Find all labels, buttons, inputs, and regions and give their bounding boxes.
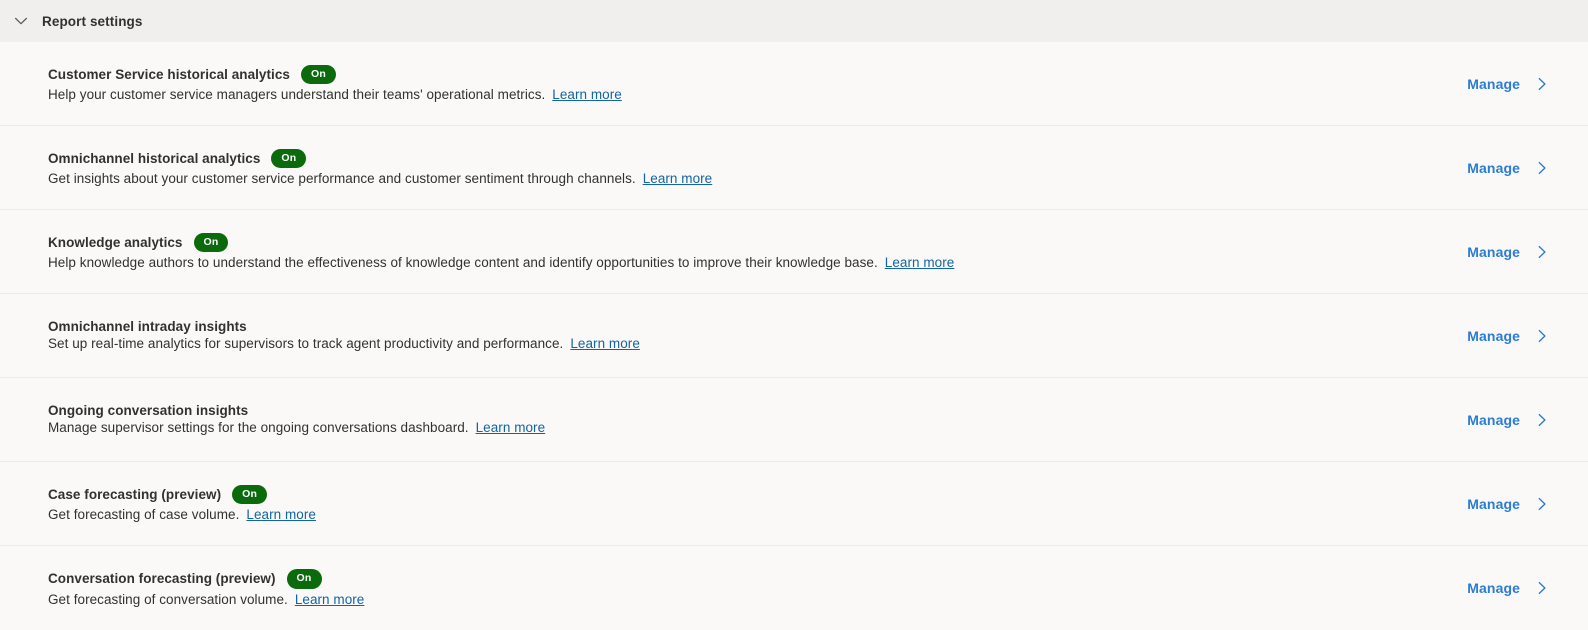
chevron-right-icon (1534, 496, 1550, 512)
manage-label: Manage (1467, 327, 1520, 344)
setting-title: Conversation forecasting (preview) (48, 571, 276, 587)
setting-description-line: Manage supervisor settings for the ongoi… (48, 420, 545, 435)
manage-button[interactable]: Manage (1467, 244, 1550, 260)
manage-label: Manage (1467, 580, 1520, 596)
chevron-right-icon (1534, 76, 1550, 92)
setting-title: Case forecasting (preview) (48, 486, 222, 502)
manage-button[interactable]: Manage (1467, 412, 1550, 428)
setting-row-title-line: Customer Service historical analytics On (48, 64, 622, 85)
setting-description: Help knowledge authors to understand the… (48, 255, 878, 271)
manage-button[interactable]: Manage (1467, 76, 1550, 92)
manage-label: Manage (1467, 159, 1520, 176)
setting-title: Customer Service historical analytics (48, 66, 290, 82)
setting-row: Knowledge analytics On Help knowledge au… (0, 210, 1588, 294)
chevron-right-icon (1534, 244, 1550, 260)
setting-title: Knowledge analytics (48, 234, 183, 250)
chevron-right-icon (1534, 160, 1550, 176)
status-badge: On (286, 569, 322, 589)
learn-more-link[interactable]: Learn more (476, 420, 546, 435)
learn-more-link[interactable]: Learn more (295, 592, 365, 607)
setting-title: Omnichannel intraday insights (48, 318, 247, 334)
learn-more-link[interactable]: Learn more (246, 507, 316, 522)
chevron-down-icon[interactable] (6, 6, 36, 36)
manage-label: Manage (1467, 495, 1520, 512)
setting-row-title-line: Ongoing conversation insights (48, 404, 545, 418)
setting-row: Customer Service historical analytics On… (0, 42, 1588, 126)
chevron-right-icon (1534, 580, 1550, 596)
status-badge: On (300, 64, 336, 85)
setting-row-title-line: Knowledge analytics On (48, 232, 954, 253)
manage-label: Manage (1467, 75, 1520, 92)
setting-description-line: Set up real-time analytics for superviso… (48, 336, 640, 351)
setting-row-text: Ongoing conversation insights Manage sup… (48, 404, 545, 436)
setting-description: Get insights about your customer service… (48, 171, 636, 187)
manage-label: Manage (1467, 411, 1520, 428)
setting-row: Omnichannel historical analytics On Get … (0, 126, 1588, 210)
manage-label: Manage (1467, 243, 1520, 260)
setting-row-text: Omnichannel intraday insights Set up rea… (48, 320, 640, 352)
status-badge: On (271, 148, 307, 169)
setting-description-line: Get forecasting of case volume. Learn mor… (48, 507, 316, 522)
learn-more-link[interactable]: Learn more (885, 255, 955, 270)
setting-title: Omnichannel historical analytics (48, 150, 261, 166)
setting-row-title-line: Case forecasting (preview) On (48, 484, 316, 505)
setting-description-line: Help your customer service managers unde… (48, 87, 622, 102)
setting-row: Ongoing conversation insights Manage sup… (0, 378, 1588, 462)
setting-description: Manage supervisor settings for the ongoi… (48, 420, 469, 436)
setting-row-title-line: Omnichannel historical analytics On (48, 148, 712, 169)
learn-more-link[interactable]: Learn more (552, 87, 622, 102)
setting-row: Conversation forecasting (preview) On Ge… (0, 546, 1588, 630)
setting-row-text: Conversation forecasting (preview) On Ge… (48, 569, 364, 607)
setting-row-text: Case forecasting (preview) On Get foreca… (48, 484, 316, 522)
setting-description: Help your customer service managers unde… (48, 87, 546, 103)
setting-description: Get forecasting of conversation volume. (48, 591, 288, 607)
learn-more-link[interactable]: Learn more (643, 171, 713, 186)
report-settings-header[interactable]: Report settings (0, 0, 1588, 42)
setting-row-text: Customer Service historical analytics On… (48, 64, 622, 102)
setting-row-title-line: Omnichannel intraday insights (48, 320, 640, 334)
setting-row: Omnichannel intraday insights Set up rea… (0, 294, 1588, 378)
status-badge: On (232, 484, 268, 505)
manage-button[interactable]: Manage (1467, 496, 1550, 512)
setting-row: Case forecasting (preview) On Get foreca… (0, 462, 1588, 546)
setting-row-title-line: Conversation forecasting (preview) On (48, 569, 364, 589)
manage-button[interactable]: Manage (1467, 160, 1550, 176)
chevron-right-icon (1534, 412, 1550, 428)
setting-row-text: Omnichannel historical analytics On Get … (48, 148, 712, 186)
chevron-right-icon (1534, 328, 1550, 344)
learn-more-link[interactable]: Learn more (570, 336, 640, 351)
status-badge: On (193, 232, 229, 253)
setting-description-line: Help knowledge authors to understand the… (48, 255, 954, 270)
setting-description: Set up real-time analytics for superviso… (48, 336, 564, 352)
setting-row-text: Knowledge analytics On Help knowledge au… (48, 232, 954, 270)
manage-button[interactable]: Manage (1467, 580, 1550, 596)
setting-description-line: Get forecasting of conversation volume. L… (48, 592, 364, 607)
manage-button[interactable]: Manage (1467, 328, 1550, 344)
report-settings-list: Customer Service historical analytics On… (0, 42, 1588, 630)
setting-description: Get forecasting of case volume. (48, 507, 240, 523)
page-title: Report settings (42, 13, 143, 29)
setting-description-line: Get insights about your customer service… (48, 171, 712, 186)
setting-title: Ongoing conversation insights (48, 402, 249, 418)
